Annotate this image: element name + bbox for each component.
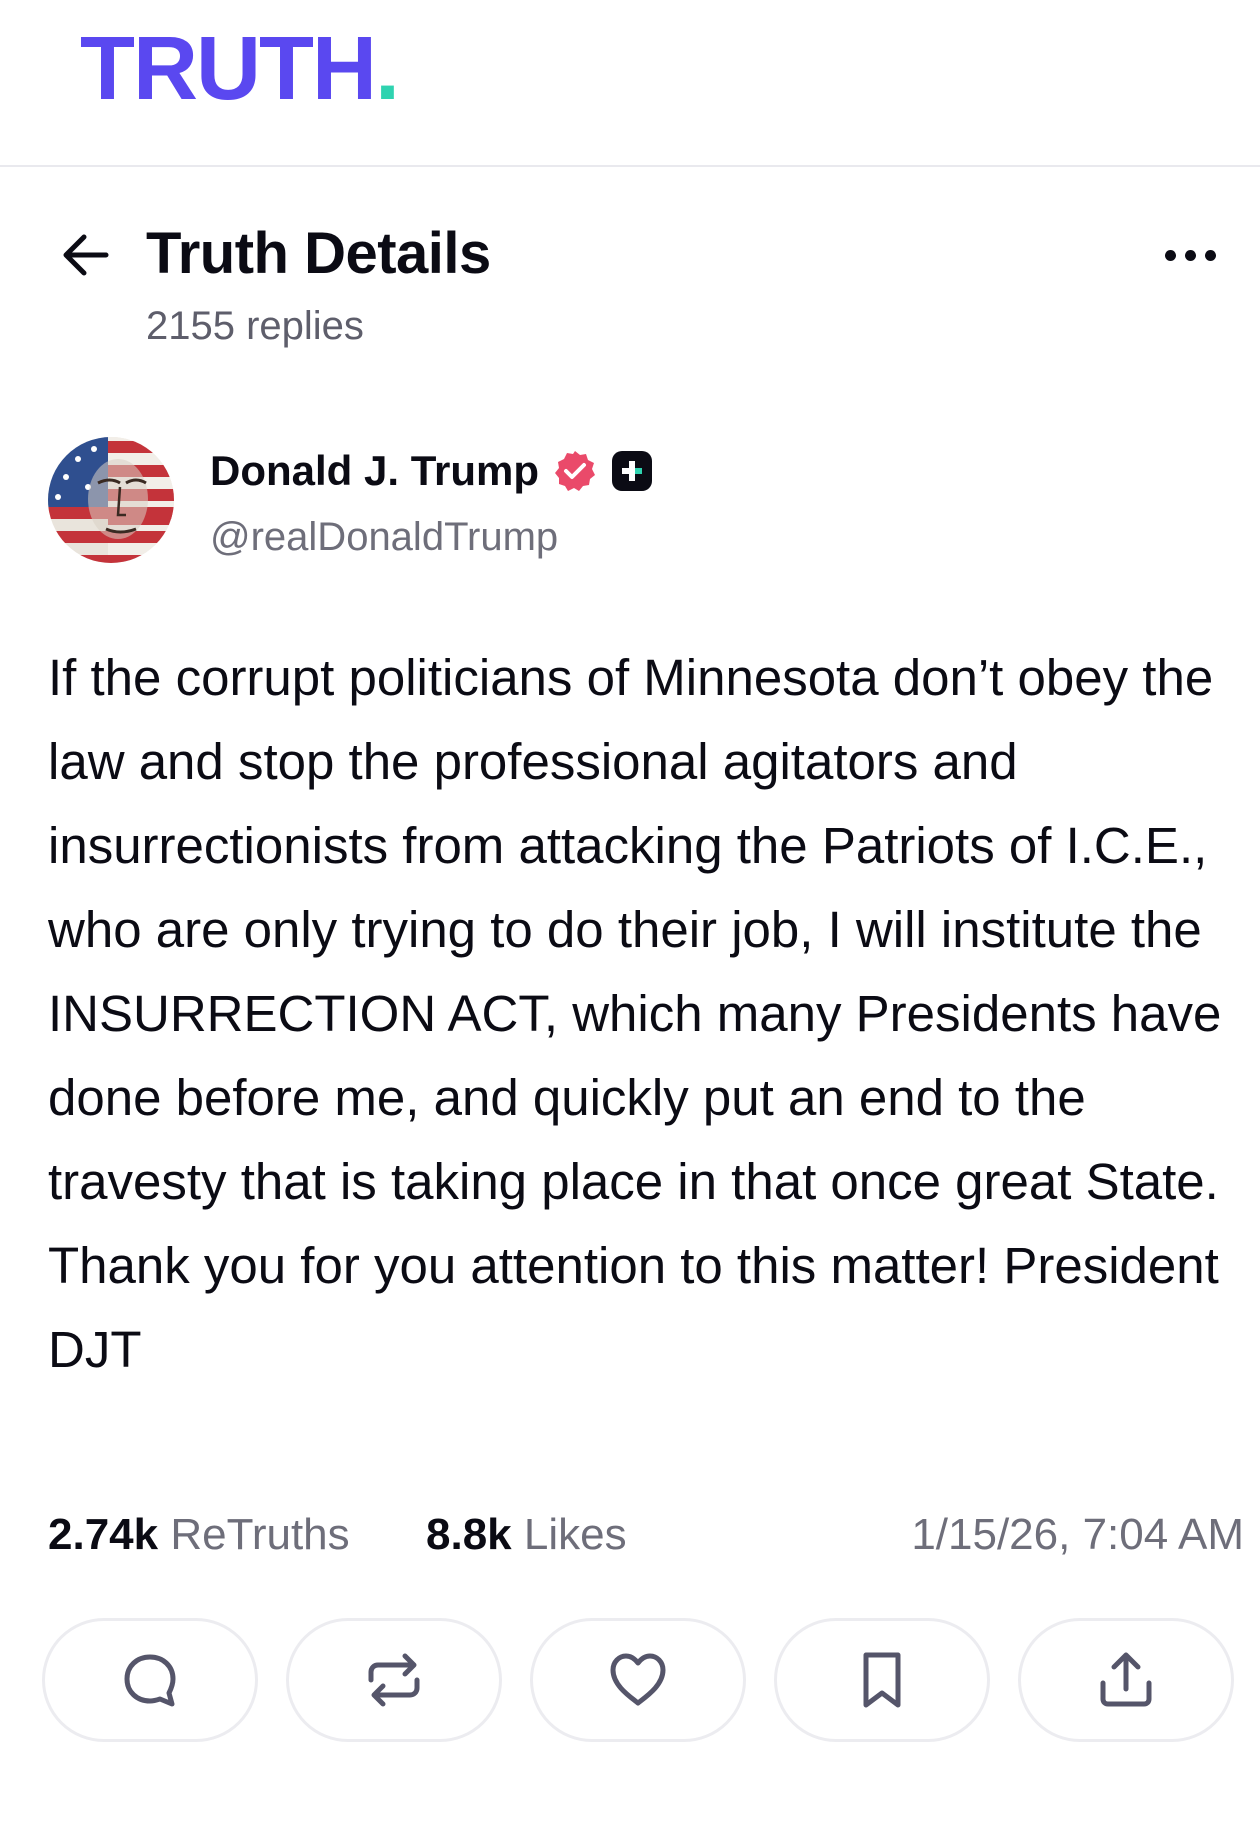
arrow-left-icon	[63, 234, 109, 276]
truth-logo[interactable]: TRUTH.	[80, 24, 400, 114]
retruth-icon	[368, 1653, 420, 1707]
action-bar	[42, 1618, 1248, 1748]
share-button[interactable]	[1018, 1618, 1234, 1742]
truth-plus-badge-icon	[612, 451, 653, 491]
reply-button[interactable]	[42, 1618, 258, 1742]
retruth-button[interactable]	[286, 1618, 502, 1742]
post-text: If the corrupt politicians of Minnesota …	[48, 649, 1236, 1378]
post-stats: 2.74k ReTruths 8.8k Likes 1/15/26, 7:04 …	[48, 1510, 1244, 1570]
like-button[interactable]	[530, 1618, 746, 1742]
author-name[interactable]: Donald J. Trump	[210, 447, 539, 495]
page-title: Truth Details	[146, 221, 491, 286]
share-upload-icon	[1100, 1652, 1152, 1707]
replies-count: 2155 replies	[146, 304, 364, 348]
bookmark-button[interactable]	[774, 1618, 990, 1742]
post-author: Donald J. Trump @realDonaldTrump	[48, 437, 1228, 567]
top-bar: TRUTH.	[0, 0, 1260, 167]
author-handle[interactable]: @realDonaldTrump	[210, 515, 558, 560]
reply-bubble-icon	[124, 1654, 176, 1707]
bookmark-icon	[863, 1652, 901, 1708]
verified-badge-icon	[555, 451, 596, 491]
retruths-stat[interactable]: 2.74k ReTruths	[48, 1510, 350, 1560]
post-timestamp: 1/15/26, 7:04 AM	[911, 1510, 1244, 1559]
page-header: Truth Details 2155 replies	[0, 210, 1260, 360]
avatar[interactable]	[48, 437, 174, 563]
likes-stat[interactable]: 8.8k Likes	[426, 1510, 627, 1560]
more-options-button[interactable]	[1155, 235, 1225, 275]
back-button[interactable]	[55, 225, 115, 285]
heart-icon	[610, 1653, 666, 1706]
more-horizontal-icon	[1164, 249, 1176, 261]
